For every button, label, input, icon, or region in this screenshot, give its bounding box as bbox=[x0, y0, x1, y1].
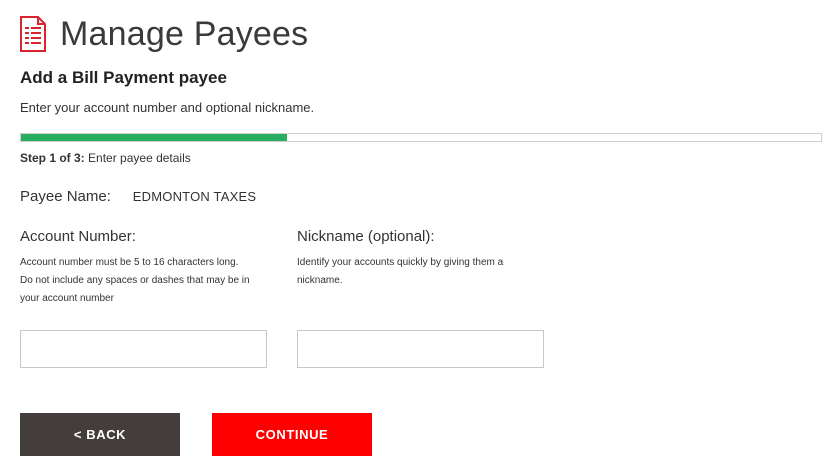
step-indicator: Step 1 of 3: Enter payee details bbox=[20, 151, 191, 165]
nickname-group: Nickname (optional): Identify your accou… bbox=[297, 228, 547, 290]
continue-button[interactable]: CONTINUE bbox=[212, 413, 372, 456]
account-help-line: Do not include any spaces or dashes that… bbox=[20, 275, 250, 286]
payee-name-value: EDMONTON TAXES bbox=[132, 189, 257, 204]
nickname-label: Nickname (optional): bbox=[297, 228, 435, 245]
payee-name-label: Payee Name: bbox=[20, 188, 111, 205]
nickname-help: Identify your accounts quickly by giving… bbox=[297, 254, 547, 290]
account-number-label: Account Number: bbox=[20, 228, 136, 245]
nickname-help-line: nickname. bbox=[297, 275, 343, 286]
account-number-input[interactable] bbox=[20, 330, 267, 368]
page-title: Manage Payees bbox=[60, 14, 309, 53]
nickname-input[interactable] bbox=[297, 330, 544, 368]
account-number-group: Account Number: Account number must be 5… bbox=[20, 228, 270, 308]
page-header: Manage Payees bbox=[20, 12, 308, 56]
nickname-help-line: Identify your accounts quickly by giving… bbox=[297, 257, 504, 268]
step-label: Step 1 of 3: bbox=[20, 151, 85, 165]
section-title: Add a Bill Payment payee bbox=[20, 68, 227, 87]
step-description: Enter payee details bbox=[88, 151, 191, 165]
document-icon bbox=[20, 16, 46, 52]
account-help-line: your account number bbox=[20, 293, 114, 304]
account-help-line: Account number must be 5 to 16 character… bbox=[20, 257, 239, 268]
progress-bar bbox=[20, 133, 822, 142]
payee-row: Payee Name: EDMONTON TAXES bbox=[20, 188, 256, 205]
account-number-help: Account number must be 5 to 16 character… bbox=[20, 254, 270, 308]
progress-fill bbox=[21, 134, 288, 141]
back-button[interactable]: < BACK bbox=[20, 413, 180, 456]
instructions-text: Enter your account number and optional n… bbox=[20, 100, 315, 115]
